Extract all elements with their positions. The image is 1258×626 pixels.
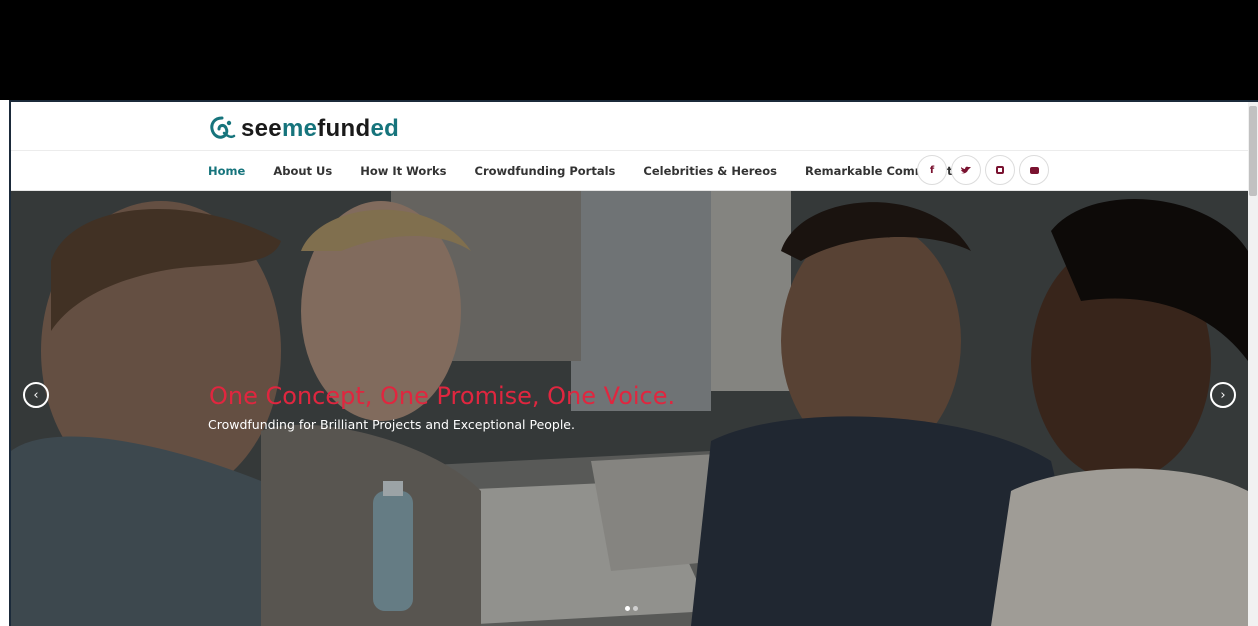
nav-divider bbox=[11, 150, 1248, 151]
nav-item-how-it-works[interactable]: How It Works bbox=[360, 164, 446, 178]
slider-dot-2[interactable] bbox=[633, 606, 638, 611]
slider-next-button[interactable]: › bbox=[1210, 382, 1236, 408]
chevron-left-icon: ‹ bbox=[33, 387, 39, 403]
top-black-bar bbox=[0, 0, 1258, 100]
site-header: seemefunded Home About Us How It Works C… bbox=[11, 102, 1248, 191]
main-nav: Home About Us How It Works Crowdfunding … bbox=[208, 154, 999, 188]
instagram-button[interactable] bbox=[985, 155, 1015, 185]
scrollbar-thumb[interactable] bbox=[1249, 106, 1257, 196]
slider-prev-button[interactable]: ‹ bbox=[23, 382, 49, 408]
slider-dots bbox=[625, 606, 641, 611]
logo-part-see: see bbox=[241, 115, 282, 142]
site-logo[interactable]: seemefunded bbox=[207, 112, 399, 146]
facebook-button[interactable]: f bbox=[917, 155, 947, 185]
youtube-button[interactable] bbox=[1019, 155, 1049, 185]
logo-swirl-icon bbox=[210, 116, 236, 139]
slider-dot-1[interactable] bbox=[625, 606, 630, 611]
nav-item-about-us[interactable]: About Us bbox=[273, 164, 332, 178]
youtube-icon bbox=[1029, 166, 1039, 174]
twitter-icon bbox=[960, 166, 971, 173]
page-scrollbar[interactable] bbox=[1248, 102, 1258, 626]
logo-part-ed: ed bbox=[370, 115, 400, 142]
logo-part-fund: fund bbox=[317, 115, 371, 142]
nav-item-crowdfunding-portals[interactable]: Crowdfunding Portals bbox=[475, 164, 616, 178]
social-links: f bbox=[917, 155, 1053, 185]
facebook-icon: f bbox=[929, 164, 935, 176]
hero-subtitle: Crowdfunding for Brilliant Projects and … bbox=[208, 417, 575, 432]
nav-item-celebrities-heroes[interactable]: Celebrities & Hereos bbox=[643, 164, 777, 178]
twitter-button[interactable] bbox=[951, 155, 981, 185]
chevron-right-icon: › bbox=[1220, 387, 1226, 403]
browser-viewport: seemefunded Home About Us How It Works C… bbox=[9, 100, 1258, 626]
instagram-icon bbox=[996, 166, 1004, 174]
logo-text: seemefunded bbox=[241, 115, 399, 143]
hero-slider: One Concept, One Promise, One Voice. Cro… bbox=[11, 191, 1248, 626]
logo-part-me: me bbox=[281, 115, 318, 142]
hero-title: One Concept, One Promise, One Voice. bbox=[209, 382, 676, 410]
nav-item-home[interactable]: Home bbox=[208, 164, 245, 178]
